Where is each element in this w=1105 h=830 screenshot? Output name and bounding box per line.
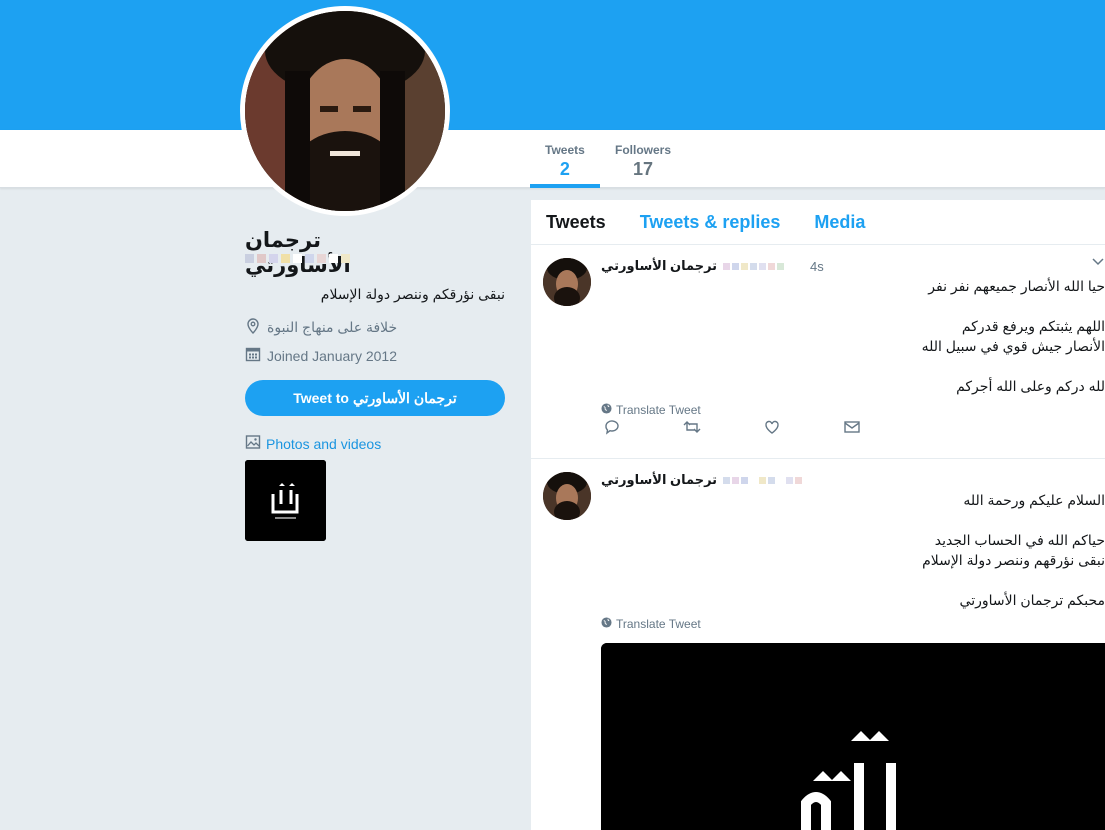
tab-media[interactable]: Media xyxy=(814,212,865,233)
like-icon[interactable] xyxy=(763,418,843,438)
media-logo-graphic xyxy=(601,643,1105,830)
globe-icon xyxy=(601,403,612,417)
tweet-card[interactable]: ترجمان الأساورتي السلام عليكم ورحمة الله… xyxy=(531,460,1105,830)
caret-down-icon[interactable] xyxy=(1091,254,1105,268)
globe-icon xyxy=(601,617,612,631)
tweet-to-prefix: Tweet to xyxy=(293,390,349,406)
tweet-author-handle-redacted xyxy=(723,262,785,270)
media-logo-graphic xyxy=(245,460,326,541)
calendar-icon xyxy=(245,346,261,365)
profile-joined: Joined January 2012 xyxy=(245,346,397,365)
profile-banner xyxy=(0,0,1105,130)
tweet-author-name[interactable]: ترجمان الأساورتي xyxy=(601,472,717,488)
photos-videos-label: Photos and videos xyxy=(266,435,382,452)
stat-tweets[interactable]: Tweets 2 xyxy=(545,143,585,180)
photos-videos-link[interactable]: Photos and videos xyxy=(245,434,381,453)
profile-location-text: خلافة على منهاج النبوة xyxy=(267,319,398,335)
profile-name: ترجمان الأساورتي xyxy=(245,229,351,277)
profile-handle-redacted xyxy=(245,254,350,263)
tweet-to-button[interactable]: Tweet to ترجمان الأساورتي xyxy=(245,380,505,416)
stat-tweets-underline xyxy=(530,184,600,188)
timeline-tabs: Tweets Tweets & replies Media xyxy=(531,200,1105,245)
profile-location: خلافة على منهاج النبوة xyxy=(245,318,397,337)
image-icon xyxy=(245,434,261,453)
reply-icon[interactable] xyxy=(603,418,683,438)
tweet-author-avatar[interactable] xyxy=(543,258,591,306)
tweet-card[interactable]: ترجمان الأساورتي 4s حيا الله الأنصار جمي… xyxy=(531,246,1105,459)
stat-followers[interactable]: Followers 17 xyxy=(615,143,671,180)
tweet-author-avatar[interactable] xyxy=(543,472,591,520)
tab-tweets-replies[interactable]: Tweets & replies xyxy=(640,212,781,233)
location-icon xyxy=(245,318,261,337)
profile-bio: نبقى نؤرقكم وننصر دولة الإسلام xyxy=(320,286,505,302)
translate-tweet-link[interactable]: Translate Tweet xyxy=(601,403,701,417)
tweet-author-handle-redacted xyxy=(723,476,803,484)
retweet-icon[interactable] xyxy=(683,418,763,438)
tweet-text: السلام عليكم ورحمة الله حياكم الله في ال… xyxy=(922,492,1105,608)
tweet-actions xyxy=(603,418,923,438)
profile-joined-text: Joined January 2012 xyxy=(267,347,397,364)
tweet-text: حيا الله الأنصار جميعهم نفر نفر اللهم يث… xyxy=(921,278,1105,394)
message-icon[interactable] xyxy=(843,418,923,438)
tweet-media-image[interactable] xyxy=(601,643,1105,830)
tab-tweets[interactable]: Tweets xyxy=(546,212,606,233)
media-thumbnail[interactable] xyxy=(245,460,326,541)
tweet-header: ترجمان الأساورتي 4s xyxy=(601,258,824,274)
profile-avatar[interactable] xyxy=(240,6,450,216)
translate-tweet-link[interactable]: Translate Tweet xyxy=(601,617,701,631)
timeline: Tweets Tweets & replies Media ترجمان الأ… xyxy=(531,200,1105,830)
tweet-header: ترجمان الأساورتي xyxy=(601,472,803,488)
tweet-timestamp[interactable]: 4s xyxy=(810,259,824,274)
tweet-author-name[interactable]: ترجمان الأساورتي xyxy=(601,258,717,274)
tweet-to-name: ترجمان الأساورتي xyxy=(352,389,457,406)
